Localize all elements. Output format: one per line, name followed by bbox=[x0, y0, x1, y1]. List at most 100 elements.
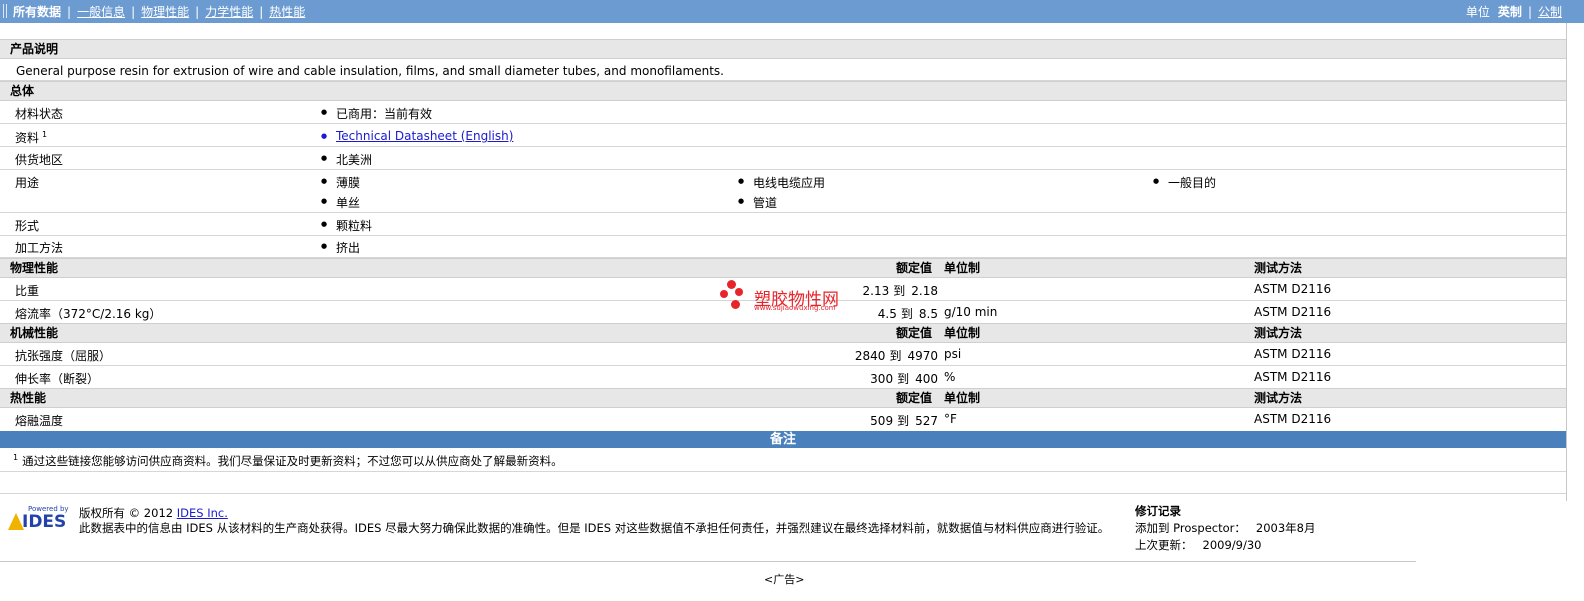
row-label: 供货地区 bbox=[15, 153, 64, 167]
technical-datasheet-link[interactable]: Technical Datasheet (English) bbox=[321, 129, 513, 143]
section-header-physical: 物理性能 额定值 单位制 测试方法 bbox=[0, 258, 1566, 278]
property-value-range: 2.13 到 2.18 bbox=[863, 282, 938, 299]
row-value: 颗粒料 bbox=[321, 217, 372, 234]
value-low: 300 bbox=[870, 372, 894, 386]
copyright-text: 版权所有 © 2012 bbox=[79, 506, 174, 520]
tab-general-info[interactable]: 一般信息 bbox=[77, 3, 125, 20]
row-value: 挤出 bbox=[321, 239, 360, 256]
row-value: 已商用：当前有效 bbox=[321, 105, 432, 122]
property-name: 熔融温度 bbox=[15, 414, 64, 428]
revision-updated: 上次更新： 2009/9/30 bbox=[1135, 537, 1315, 553]
row-material-status: 材料状态 已商用：当前有效 bbox=[0, 101, 1566, 124]
use-item: 一般目的 bbox=[1153, 174, 1216, 191]
value-to: 到 bbox=[897, 372, 910, 386]
property-value-range: 300 到 400 bbox=[870, 370, 938, 387]
unit-english: 英制 bbox=[1497, 5, 1522, 19]
property-row: 伸长率（断裂） 300 到 400 % ASTM D2116 bbox=[0, 366, 1566, 389]
column-rated-value: 额定值 bbox=[896, 326, 933, 340]
remarks-note-text: 通过这些链接您能够访问供应商资料。我们尽量保证及时更新资料；不过您可以从供应商处… bbox=[22, 454, 563, 468]
footnote-marker: 1 bbox=[13, 453, 19, 462]
row-uses: 用途 薄膜 电线电缆应用 一般目的 单丝 管道 bbox=[0, 170, 1566, 213]
column-unit: 单位制 bbox=[944, 326, 981, 340]
revision-added-value: 2003年8月 bbox=[1255, 521, 1316, 535]
site-watermark: 塑胶物性网 www.sujiaowuxing.com bbox=[720, 280, 870, 316]
property-name: 抗张强度（屈服） bbox=[15, 349, 112, 363]
units-label: 单位 bbox=[1465, 5, 1490, 19]
section-tabs: 所有数据 | 一般信息 | 物理性能 | 力学性能 | 热性能 bbox=[13, 3, 305, 20]
section-title: 物理性能 bbox=[10, 261, 59, 275]
property-test-method: ASTM D2116 bbox=[1254, 370, 1332, 384]
watermark-dot bbox=[720, 290, 728, 298]
value-low: 509 bbox=[870, 414, 894, 428]
unit-metric-link[interactable]: 公制 bbox=[1538, 3, 1562, 20]
value-to: 到 bbox=[897, 414, 910, 428]
use-item: 电线电缆应用 bbox=[738, 174, 825, 191]
ides-inc-link[interactable]: IDES Inc. bbox=[177, 506, 228, 520]
row-process: 加工方法 挤出 bbox=[0, 236, 1566, 258]
unit-switcher: 单位 英制 | 公制 bbox=[1466, 3, 1562, 20]
watermark-url: www.sujiaowuxing.com bbox=[754, 304, 836, 312]
remarks-note: 1 通过这些链接您能够访问供应商资料。我们尽量保证及时更新资料；不过您可以从供应商… bbox=[0, 452, 1566, 472]
revision-added-label: 添加到 Prospector： bbox=[1135, 521, 1246, 535]
value-high: 2.18 bbox=[911, 284, 938, 298]
column-unit: 单位制 bbox=[944, 261, 981, 275]
revision-title: 修订记录 bbox=[1135, 504, 1181, 518]
revision-history: 修订记录 添加到 Prospector： 2003年8月 上次更新： 2009/9/… bbox=[1135, 503, 1315, 553]
property-value-range: 4.5 到 8.5 bbox=[878, 305, 938, 322]
row-label: 加工方法 bbox=[15, 241, 64, 255]
property-test-method: ASTM D2116 bbox=[1254, 282, 1332, 296]
use-item: 薄膜 bbox=[321, 174, 360, 191]
row-form: 形式 颗粒料 bbox=[0, 213, 1566, 236]
column-unit: 单位制 bbox=[944, 391, 981, 405]
remarks-header: 备注 bbox=[0, 431, 1566, 448]
row-label: 材料状态 bbox=[15, 107, 64, 121]
property-value-range: 509 到 527 bbox=[870, 412, 938, 429]
use-item: 单丝 bbox=[321, 194, 360, 211]
watermark-dot bbox=[727, 280, 736, 289]
watermark-dot bbox=[731, 300, 740, 309]
product-description: General purpose resin for extrusion of w… bbox=[0, 61, 1566, 81]
section-title: 总体 bbox=[10, 84, 35, 98]
top-nav-bar: 所有数据 | 一般信息 | 物理性能 | 力学性能 | 热性能 单位 英制 | … bbox=[0, 0, 1584, 23]
section-header-product: 产品说明 bbox=[0, 39, 1566, 59]
value-to: 到 bbox=[893, 284, 906, 298]
column-rated-value: 额定值 bbox=[896, 391, 933, 405]
content-right-edge bbox=[1566, 23, 1567, 501]
tab-separator: | bbox=[131, 4, 136, 19]
property-row: 抗张强度（屈服） 2840 到 4970 psi ASTM D2116 bbox=[0, 343, 1566, 366]
revision-added: 添加到 Prospector： 2003年8月 bbox=[1135, 520, 1315, 536]
section-title: 热性能 bbox=[10, 391, 47, 405]
value-high: 400 bbox=[915, 372, 938, 386]
property-value-range: 2840 到 4970 bbox=[855, 347, 938, 364]
column-test-method: 测试方法 bbox=[1254, 326, 1303, 340]
row-label: 形式 bbox=[15, 219, 40, 233]
value-low: 4.5 bbox=[877, 307, 897, 321]
value-high: 8.5 bbox=[918, 307, 938, 321]
ides-logo: Powered by IDES bbox=[8, 505, 70, 533]
tab-mechanical[interactable]: 力学性能 bbox=[205, 3, 253, 20]
watermark-dot bbox=[735, 288, 743, 296]
tab-physical[interactable]: 物理性能 bbox=[141, 3, 189, 20]
property-name: 比重 bbox=[15, 284, 40, 298]
row-label: 用途 bbox=[15, 176, 40, 190]
revision-updated-label: 上次更新： bbox=[1135, 538, 1193, 552]
column-test-method: 测试方法 bbox=[1254, 391, 1303, 405]
section-header-general: 总体 bbox=[0, 81, 1566, 101]
tab-all-data[interactable]: 所有数据 bbox=[13, 3, 61, 20]
row-label: 资料 1 bbox=[15, 129, 47, 146]
drag-grip-icon[interactable] bbox=[3, 4, 7, 18]
section-title: 产品说明 bbox=[10, 42, 59, 56]
property-unit: °F bbox=[944, 412, 957, 426]
column-test-method: 测试方法 bbox=[1254, 261, 1303, 275]
property-test-method: ASTM D2116 bbox=[1254, 305, 1332, 319]
section-title: 机械性能 bbox=[10, 326, 59, 340]
use-item: 管道 bbox=[738, 194, 777, 211]
section-header-mechanical: 机械性能 额定值 单位制 测试方法 bbox=[0, 323, 1566, 343]
value-to: 到 bbox=[889, 349, 902, 363]
property-unit: % bbox=[944, 370, 956, 384]
row-region: 供货地区 北美洲 bbox=[0, 147, 1566, 170]
tab-separator: | bbox=[67, 4, 72, 19]
copyright-line: 版权所有 © 2012 IDES Inc. bbox=[79, 505, 228, 521]
tab-thermal[interactable]: 热性能 bbox=[269, 3, 305, 20]
ad-placeholder: <广告> bbox=[764, 573, 805, 586]
